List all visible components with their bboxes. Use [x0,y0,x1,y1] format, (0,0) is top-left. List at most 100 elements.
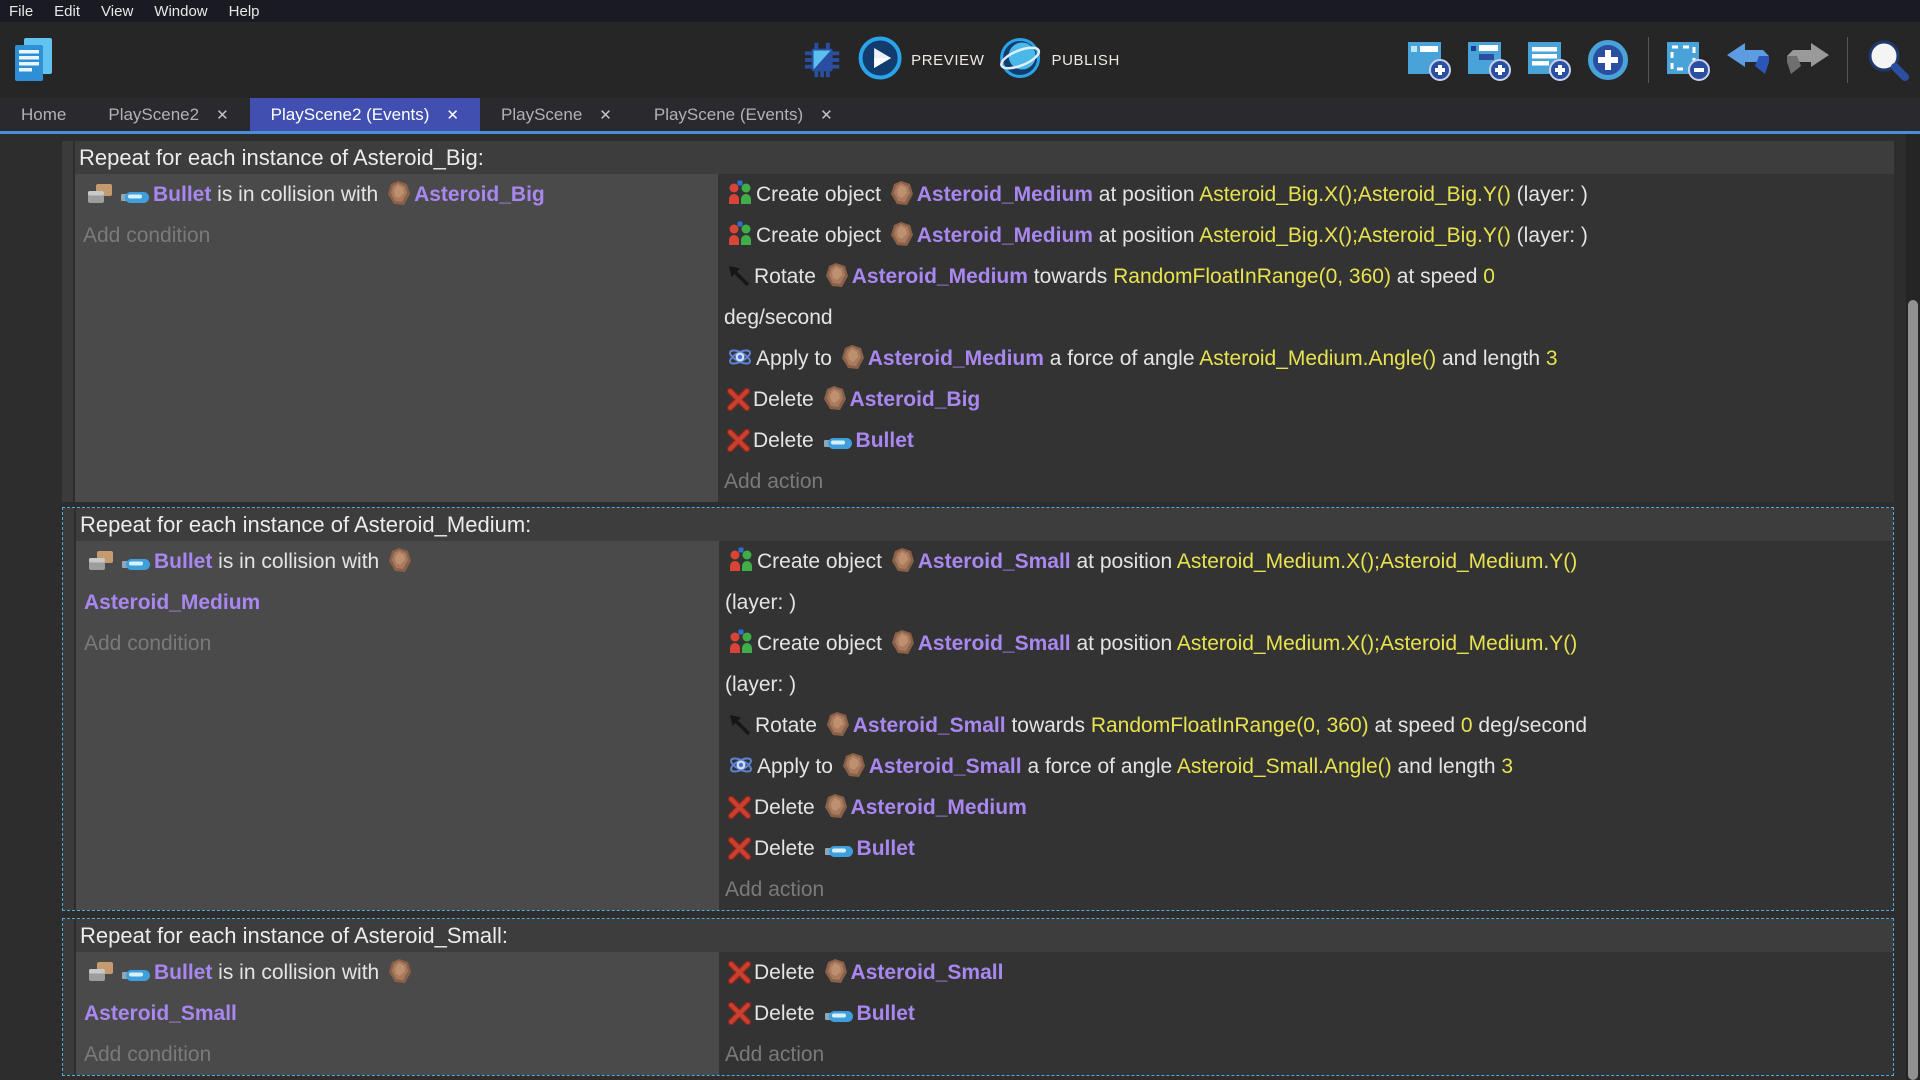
event-block[interactable]: Repeat for each instance of Asteroid_Sma… [62,918,1894,1076]
add-comment-button[interactable] [1524,36,1574,84]
object-reference: Bullet [856,429,914,452]
action-row[interactable]: Delete Asteroid_Medium [725,787,1893,828]
actions-panel: Create object Asteroid_Medium at positio… [718,174,1894,502]
text-segment: Delete [754,1002,821,1025]
menu-item-view[interactable]: View [101,3,133,20]
publish-label: PUBLISH [1052,52,1120,69]
scrollbar-thumb[interactable] [1908,300,1918,1080]
condition-row[interactable]: Bullet is in collision with Asteroid_Sma… [84,952,719,1034]
text-segment: a force of angle [1022,755,1177,778]
tab-close-icon[interactable]: ✕ [820,106,833,124]
search-button[interactable] [1862,36,1912,84]
add-other-event-button[interactable] [1584,36,1634,84]
expression: Asteroid_Big.X();Asteroid_Big.Y() [1199,183,1511,206]
publish-button[interactable]: PUBLISH [999,36,1120,84]
event-body: Repeat for each instance of Asteroid_Big… [75,141,1894,502]
action-row[interactable]: Delete Asteroid_Big [724,379,1894,420]
add-subevent-button[interactable] [1464,36,1514,84]
actions-panel: Delete Asteroid_SmallDelete BulletAdd ac… [719,952,1893,1075]
action-row[interactable]: Create object Asteroid_Small at position… [725,541,1893,623]
object-reference: Bullet [153,183,211,206]
condition-row[interactable]: Bullet is in collision with Asteroid_Med… [84,541,719,623]
event-drag-rail[interactable] [63,508,74,910]
preview-button[interactable]: PREVIEW [858,36,984,84]
event-drag-rail[interactable] [63,919,74,1075]
tab-close-icon[interactable]: ✕ [446,106,459,124]
text-segment: Delete [753,429,820,452]
clear-selection-button[interactable] [1663,36,1713,84]
add-action-button[interactable]: Add action [725,1034,1893,1075]
add-condition-button[interactable]: Add condition [84,1034,719,1075]
condition-row[interactable]: Bullet is in collision with Asteroid_Big [83,174,718,215]
text-segment: at position [1071,550,1177,573]
action-row[interactable]: Delete Asteroid_Small [725,952,1893,993]
text-segment: deg/second [1473,714,1587,737]
vertical-scrollbar[interactable] [1906,134,1920,1080]
tab-home[interactable]: Home [0,98,87,131]
text-segment: and length [1436,347,1546,370]
tab-close-icon[interactable]: ✕ [599,106,612,124]
expression: 3 [1501,755,1513,778]
action-row[interactable]: Create object Asteroid_Medium at positio… [724,215,1894,256]
tab-playscene[interactable]: PlayScene ✕ [480,98,633,131]
event-block[interactable]: Repeat for each instance of Asteroid_Med… [62,507,1894,911]
action-row[interactable]: Rotate Asteroid_Medium towards RandomFlo… [724,256,1894,338]
text-segment: Delete [754,796,821,819]
text-segment: Create object [757,550,888,573]
text-segment: Delete [754,961,821,984]
asteroid-icon [842,746,866,787]
text-segment: Delete [753,388,820,411]
tab-playscene-events[interactable]: PlayScene (Events) ✕ [633,98,854,131]
object-reference: Asteroid_Medium [852,265,1028,288]
menu-item-edit[interactable]: Edit [54,3,80,20]
tab-close-icon[interactable]: ✕ [216,106,229,124]
action-row[interactable]: Apply to Asteroid_Medium a force of angl… [724,338,1894,379]
collision-icon [87,541,115,582]
expression: Asteroid_Big.X();Asteroid_Big.Y() [1199,224,1511,247]
object-reference: Asteroid_Medium [851,796,1027,819]
collision-icon [87,952,115,993]
expression: Asteroid_Medium.X();Asteroid_Medium.Y() [1177,550,1577,573]
add-subevent-icon [1466,38,1512,82]
text-segment: (layer: ) [1511,183,1588,206]
event-drag-rail[interactable] [62,141,73,502]
action-row[interactable]: Apply to Asteroid_Small a force of angle… [725,746,1893,787]
event-header[interactable]: Repeat for each instance of Asteroid_Big… [75,141,1894,174]
object-reference: Asteroid_Small [851,961,1004,984]
object-reference: Bullet [857,837,915,860]
debugger-button[interactable] [800,38,844,82]
clear-selection-icon [1665,38,1711,82]
project-manager-button[interactable] [8,34,58,86]
object-reference: Asteroid_Small [84,1002,237,1025]
conditions-panel: Bullet is in collision with Asteroid_Sma… [76,952,719,1075]
text-segment: at speed [1391,265,1483,288]
add-condition-button[interactable]: Add condition [84,623,719,664]
text-segment: Create object [756,224,887,247]
action-row[interactable]: Rotate Asteroid_Small towards RandomFloa… [725,705,1893,746]
delete-icon [728,828,751,869]
tab-playscene2[interactable]: PlayScene2 ✕ [87,98,249,131]
tab-playscene2-events[interactable]: PlayScene2 (Events) ✕ [250,98,480,131]
action-row[interactable]: Create object Asteroid_Small at position… [725,623,1893,705]
add-other-event-icon [1586,38,1632,82]
add-action-button[interactable]: Add action [724,461,1894,502]
add-event-button[interactable] [1404,36,1454,84]
action-row[interactable]: Delete Bullet [725,993,1893,1034]
redo-button[interactable] [1783,37,1833,83]
expression: Asteroid_Medium.Angle() [1199,347,1436,370]
event-header[interactable]: Repeat for each instance of Asteroid_Med… [76,508,1893,541]
expression: RandomFloatInRange(0, 360) [1113,265,1391,288]
expression: RandomFloatInRange(0, 360) [1091,714,1369,737]
action-row[interactable]: Delete Bullet [725,828,1893,869]
event-header[interactable]: Repeat for each instance of Asteroid_Sma… [76,919,1893,952]
expression: Asteroid_Small.Angle() [1177,755,1392,778]
undo-button[interactable] [1723,37,1773,83]
action-row[interactable]: Create object Asteroid_Medium at positio… [724,174,1894,215]
add-condition-button[interactable]: Add condition [83,215,718,256]
menu-item-file[interactable]: File [9,3,33,20]
menu-item-window[interactable]: Window [154,3,207,20]
action-row[interactable]: Delete Bullet [724,420,1894,461]
event-block[interactable]: Repeat for each instance of Asteroid_Big… [62,141,1894,502]
menu-item-help[interactable]: Help [229,3,260,20]
add-action-button[interactable]: Add action [725,869,1893,910]
